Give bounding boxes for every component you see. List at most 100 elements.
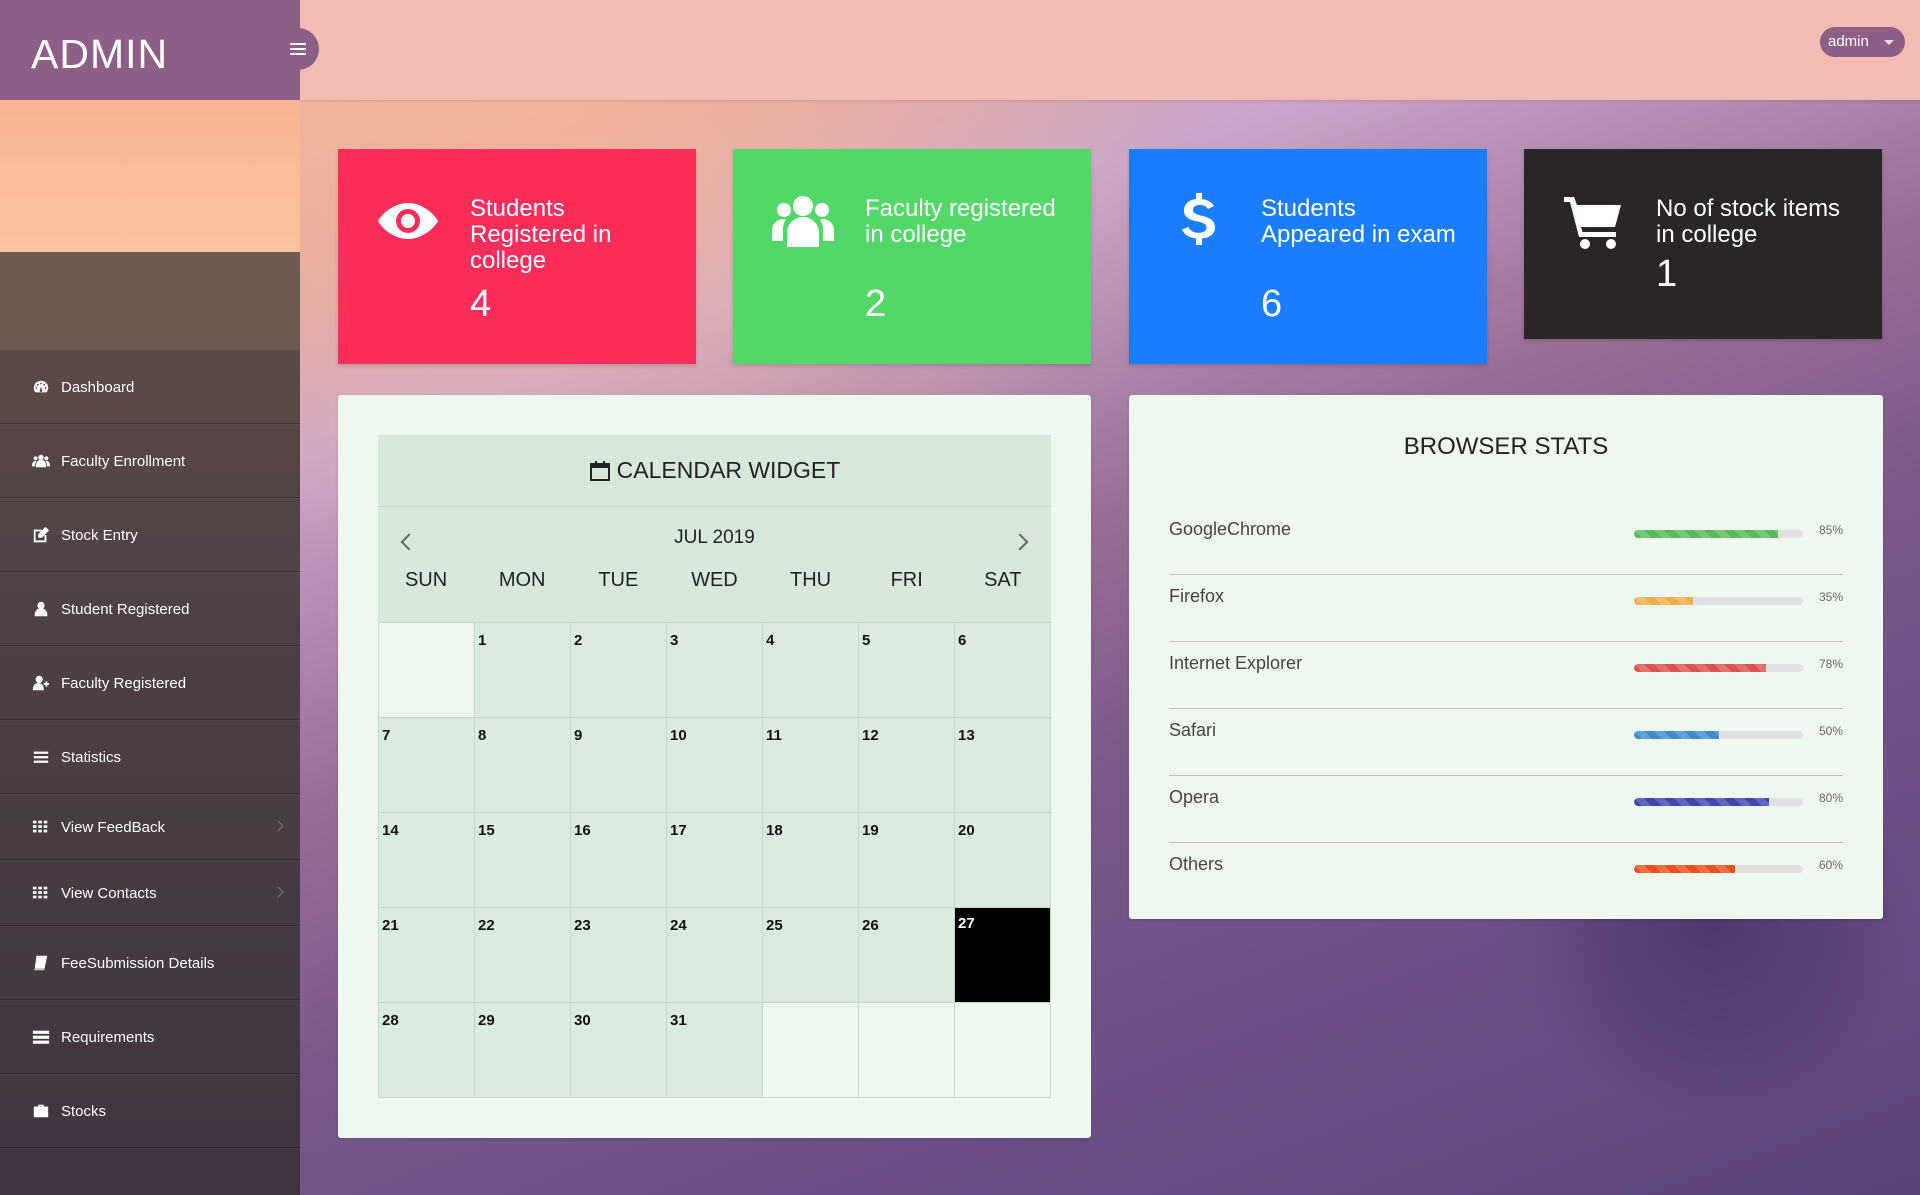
chevron-right-icon (272, 886, 284, 898)
progress-fill (1634, 530, 1778, 538)
calendar-day[interactable]: 23 (571, 908, 667, 1003)
browser-stats-title: BROWSER STATS (1403, 433, 1609, 460)
calendar-day[interactable]: 10 (667, 718, 763, 813)
calendar-day[interactable]: 12 (859, 718, 955, 813)
dashboard-icon (31, 378, 51, 396)
progress-fill (1634, 798, 1770, 806)
progress-bar (1634, 530, 1803, 538)
calendar-day[interactable]: 20 (955, 813, 1051, 908)
stat-card-students-appeared[interactable]: Students Appeared in exam 6 (1129, 149, 1487, 364)
sidebar-item-view-feedback[interactable]: View FeedBack (0, 794, 300, 860)
sidebar-item-student-registered[interactable]: Student Registered (0, 572, 300, 646)
calendar-day[interactable]: 13 (955, 718, 1051, 813)
calendar-day[interactable]: 24 (667, 908, 763, 1003)
sidebar-item-view-contacts[interactable]: View Contacts (0, 860, 300, 926)
stat-label: Students Registered in college (470, 195, 612, 274)
dollar-icon (1167, 189, 1231, 253)
calendar-day[interactable]: 31 (667, 1003, 763, 1098)
sidebar-header (0, 100, 300, 252)
browser-name: Internet Explorer (1169, 653, 1303, 673)
calendar-panel: CALENDAR WIDGET JUL 2019 SUN MON TUE WED… (338, 395, 1091, 1138)
stat-count: 2 (865, 283, 887, 325)
sidebar-profile (0, 252, 300, 350)
calendar-day[interactable]: 4 (763, 623, 859, 718)
weekday-header: SUN MON TUE WED THU FRI SAT (378, 569, 1051, 592)
top-header: ADMIN admin (0, 0, 1920, 100)
progress-bar (1634, 597, 1803, 605)
stat-card-students-registered[interactable]: Students Registered in college 4 (338, 149, 696, 364)
calendar-day[interactable]: 27 (955, 908, 1051, 1003)
calendar-day[interactable]: 7 (379, 718, 475, 813)
sidebar-item-label: Student Registered (61, 600, 190, 618)
briefcase-icon (31, 1102, 51, 1120)
progress-fill (1634, 597, 1694, 605)
sidebar-item-faculty-enrollment[interactable]: Faculty Enrollment (0, 424, 300, 498)
calendar-day[interactable]: 29 (475, 1003, 571, 1098)
progress-fill (1634, 865, 1736, 873)
weekday-label: WED (691, 569, 738, 591)
sidebar-toggle-button[interactable] (277, 28, 319, 70)
sidebar-item-faculty-registered[interactable]: Faculty Registered (0, 646, 300, 720)
weekday-label: TUE (598, 569, 639, 591)
calendar-day[interactable]: 1 (475, 623, 571, 718)
calendar-day[interactable]: 9 (571, 718, 667, 813)
calendar-day[interactable]: 26 (859, 908, 955, 1003)
sidebar-item-stock-entry[interactable]: Stock Entry (0, 498, 300, 572)
calendar-day[interactable]: 28 (379, 1003, 475, 1098)
calendar-day[interactable]: 2 (571, 623, 667, 718)
sidebar-item-label: FeeSubmission Details (61, 954, 215, 972)
progress-fill (1634, 731, 1719, 739)
progress-fill (1634, 664, 1766, 672)
percent-label: 60% (1818, 858, 1843, 872)
stat-card-faculty-registered[interactable]: Faculty registered in college 2 (733, 149, 1091, 364)
calendar-day[interactable]: 16 (571, 813, 667, 908)
calendar-day[interactable]: 5 (859, 623, 955, 718)
browser-stats-panel: BROWSER STATS GoogleChrome 85% Firefox 35% I… (1129, 395, 1883, 919)
sidebar-item-statistics[interactable]: Statistics (0, 720, 300, 794)
calendar-day[interactable]: 11 (763, 718, 859, 813)
calendar-day[interactable]: 6 (955, 623, 1051, 718)
calendar-empty-cell (763, 1003, 859, 1098)
th-icon (31, 818, 51, 836)
browser-name: Safari (1169, 720, 1217, 740)
percent-label: 80% (1818, 791, 1843, 805)
sidebar-item-label: Statistics (61, 748, 122, 766)
calendar-day[interactable]: 25 (763, 908, 859, 1003)
sidebar-item-feesubmission-details[interactable]: FeeSubmission Details (0, 926, 300, 1000)
calendar-day[interactable]: 19 (859, 813, 955, 908)
browser-stat-row: Internet Explorer 78% (1169, 642, 1843, 709)
calendar-month: JUL 2019 (674, 527, 755, 548)
calendar-day[interactable]: 15 (475, 813, 571, 908)
weekday-label: SAT (984, 569, 1022, 591)
progress-bar (1634, 798, 1803, 806)
calendar-day[interactable]: 21 (379, 908, 475, 1003)
user-dropdown[interactable]: admin (1820, 27, 1905, 57)
sidebar-item-label: Faculty Enrollment (61, 452, 186, 470)
sidebar-item-dashboard[interactable]: Dashboard (0, 350, 300, 424)
stat-count: 6 (1261, 283, 1283, 325)
calendar-day[interactable]: 17 (667, 813, 763, 908)
calendar-icon (589, 460, 610, 481)
caret-down-icon (1883, 40, 1894, 45)
stat-label: No of stock items in college (1656, 195, 1841, 248)
sidebar-item-stocks[interactable]: Stocks (0, 1074, 300, 1148)
user-icon (31, 600, 51, 618)
calendar-day[interactable]: 22 (475, 908, 571, 1003)
browser-stat-row: GoogleChrome 85% (1169, 508, 1843, 575)
calendar-day[interactable]: 8 (475, 718, 571, 813)
calendar-title: CALENDAR WIDGET (616, 457, 841, 483)
calendar-day[interactable]: 30 (571, 1003, 667, 1098)
cart-icon (1562, 189, 1626, 253)
book-icon (31, 954, 51, 972)
user-name: admin (1828, 33, 1869, 50)
progress-bar (1634, 664, 1803, 672)
menu-icon (290, 43, 306, 55)
sidebar-item-requirements[interactable]: Requirements (0, 1000, 300, 1074)
browser-stat-row: Others 60% (1169, 843, 1843, 910)
calendar-day[interactable]: 18 (763, 813, 859, 908)
stat-card-stock-items[interactable]: No of stock items in college 1 (1524, 149, 1882, 339)
calendar-nav: JUL 2019 SUN MON TUE WED THU FRI SAT (378, 507, 1051, 622)
edit-icon (31, 526, 51, 544)
calendar-day[interactable]: 3 (667, 623, 763, 718)
calendar-day[interactable]: 14 (379, 813, 475, 908)
